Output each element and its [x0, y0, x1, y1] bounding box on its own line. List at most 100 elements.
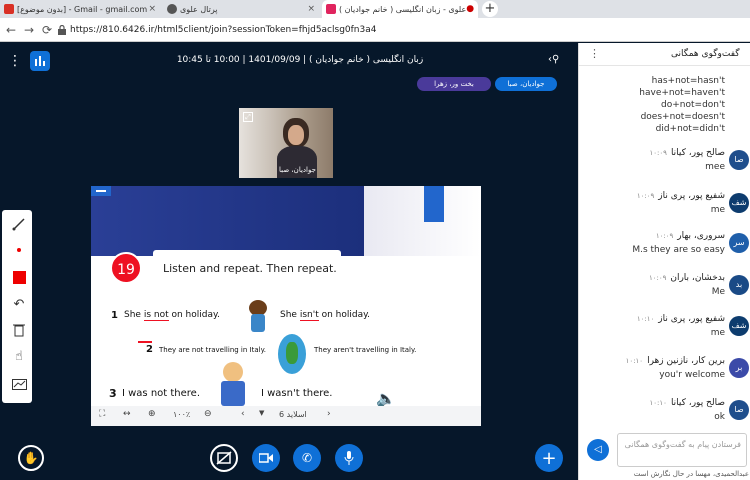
- chart-icon: [11, 378, 27, 390]
- microphone-icon: [344, 451, 354, 465]
- plus-icon: +: [541, 447, 557, 469]
- chat-message: ۱۰:۰۹ سروری، بهار M.s they are so easy: [609, 231, 725, 255]
- lesson-number: 19: [110, 252, 142, 284]
- item-number: 3: [109, 387, 117, 400]
- expand-icon[interactable]: ⤢: [243, 112, 253, 122]
- message-sender: شفیع پور، پری ناز: [658, 191, 725, 201]
- zoom-level: ۱۰۰٪: [173, 410, 191, 419]
- avatar: بد: [729, 275, 749, 295]
- whiteboard-tool[interactable]: [7, 372, 31, 396]
- chat-panel: گفت‌وگوی همگانی ⋮ has+not=hasn't have+no…: [578, 43, 750, 480]
- more-options-icon[interactable]: ⋮: [589, 47, 600, 60]
- screen-share-off-icon: [216, 451, 232, 465]
- underline-mark: [138, 341, 152, 343]
- clear-tool[interactable]: [7, 318, 31, 342]
- back-icon[interactable]: ←: [6, 23, 16, 37]
- reload-icon[interactable]: ⟳: [42, 23, 52, 37]
- next-slide-icon[interactable]: ›: [327, 409, 331, 419]
- session-title: زبان انگلیسی ( خانم جوادیان ) | 1401/09/…: [176, 55, 424, 65]
- pencil-icon: [12, 218, 25, 231]
- presenter-badge: بخت ور، زهرا: [417, 77, 491, 91]
- microphone-button[interactable]: [335, 444, 363, 472]
- send-button[interactable]: ◁: [587, 439, 609, 461]
- message-sender: شفیع پور، پری ناز: [658, 314, 725, 324]
- slide-decor: [424, 186, 444, 222]
- meeting-area: ⋮ زبان انگلیسی ( خانم جوادیان ) | 1401/0…: [0, 43, 578, 480]
- sentence-short: She isn't on holiday.: [280, 310, 371, 321]
- pencil-tool[interactable]: [7, 212, 31, 236]
- hand-icon: ☝: [15, 348, 23, 364]
- slide-minimize[interactable]: [91, 186, 111, 196]
- more-options-icon[interactable]: ⋮: [8, 53, 22, 69]
- tab-portal[interactable]: پرتال علوی ×: [163, 0, 319, 18]
- globe-icon: [167, 4, 177, 14]
- sentence-short: They aren't travelling in Italy.: [314, 346, 417, 354]
- user-list-toggle[interactable]: [30, 51, 50, 71]
- slide-header-band: [91, 186, 481, 256]
- item-number: 1: [111, 310, 118, 321]
- chat-header-title: گفت‌وگوی همگانی: [671, 49, 740, 59]
- send-icon: ◁: [594, 444, 602, 455]
- zoom-out-icon[interactable]: ⊖: [204, 409, 212, 419]
- dot-icon: [17, 248, 21, 252]
- chat-message: ۱۰:۱۰ شفیع پور، پری ناز me: [609, 314, 725, 338]
- tab-gmail[interactable]: [بدون موضوع] - Gmail - gmail.com ×: [0, 0, 160, 18]
- forward-icon[interactable]: →: [24, 23, 34, 37]
- webcam-tile[interactable]: ⤢ جوادیان، صبا: [239, 108, 333, 178]
- close-icon[interactable]: ×: [307, 4, 315, 14]
- bar-chart-icon: [35, 56, 45, 66]
- video-button[interactable]: [252, 444, 280, 472]
- avatar: بر: [729, 358, 749, 378]
- new-tab-button[interactable]: +: [482, 1, 498, 17]
- message-sender: صالح پور، کیانا: [670, 398, 725, 408]
- message-sender: بدخشان، باران: [670, 273, 725, 283]
- zoom-in-icon[interactable]: ⊕: [148, 409, 156, 419]
- tab-class[interactable]: علوی - زبان انگلیسی ( خانم جوادیان ) ●: [322, 0, 478, 18]
- message-text: M.s they are so easy: [632, 245, 725, 255]
- close-icon[interactable]: ×: [148, 4, 156, 14]
- chat-input[interactable]: فرستادن پیام به گفت‌وگوی همگانی: [617, 433, 747, 467]
- chevron-down-icon[interactable]: ▼: [259, 409, 264, 417]
- message-time: ۱۰:۱۰: [636, 315, 655, 323]
- slide-selector[interactable]: اسلاید 6: [279, 410, 307, 419]
- camera-icon: [259, 453, 273, 463]
- message-text: Me: [711, 287, 725, 297]
- actions-button[interactable]: +: [535, 444, 563, 472]
- message-time: ۱۰:۱۰: [649, 399, 667, 407]
- presentation-slide: 19 Listen and repeat. Then repeat. 1 She…: [91, 186, 481, 408]
- message-time: ۱۰:۰۹: [636, 192, 655, 200]
- sentence-short: I wasn't there.: [261, 388, 333, 399]
- girl-illustration: [241, 300, 273, 336]
- item-number: 2: [146, 344, 153, 355]
- grammar-message: has+not=hasn't have+not=haven't do+not=d…: [639, 76, 725, 134]
- chat-message: ۱۰:۰۹ شفیع پور، پری ناز me: [609, 191, 725, 215]
- audio-button[interactable]: ✆: [293, 444, 321, 472]
- raise-hand-button[interactable]: ✋: [18, 445, 44, 471]
- gmail-icon: [4, 4, 14, 14]
- leave-icon[interactable]: ‹⚲: [548, 54, 559, 65]
- previous-slide-icon[interactable]: ‹: [241, 409, 245, 419]
- avatar: سر: [729, 233, 749, 253]
- presenter-badge: جوادیان، صبا: [495, 77, 557, 91]
- share-screen-button[interactable]: [210, 444, 238, 472]
- bbb-icon: [326, 4, 336, 14]
- address-bar: ← → ⟳ https://810.6426.ir/html5client/jo…: [0, 18, 750, 42]
- globe-illustration: [278, 334, 306, 374]
- fullscreen-icon[interactable]: ⛶: [99, 409, 105, 419]
- message-time: ۱۰:۰۹: [649, 149, 667, 157]
- url-field[interactable]: https://810.6426.ir/html5client/join?ses…: [70, 22, 740, 38]
- multi-user-tool[interactable]: ☝: [7, 344, 31, 368]
- sentence-full: They are not travelling in Italy.: [159, 346, 266, 354]
- fit-width-icon[interactable]: ↔: [123, 409, 131, 419]
- message-time: ۱۰:۰۹: [655, 232, 674, 240]
- lock-icon: [58, 25, 66, 35]
- undo-tool[interactable]: ↶: [7, 292, 31, 316]
- thickness-tool[interactable]: [7, 238, 31, 262]
- message-sender: صالح پور، کیانا: [670, 148, 725, 158]
- sentence-full: I was not there.: [122, 388, 201, 399]
- webcam-name: جوادیان، صبا: [279, 166, 316, 174]
- color-swatch-icon: [12, 270, 26, 284]
- webcam-person-face: [288, 125, 304, 145]
- divider: [579, 65, 750, 66]
- color-tool[interactable]: [7, 265, 31, 289]
